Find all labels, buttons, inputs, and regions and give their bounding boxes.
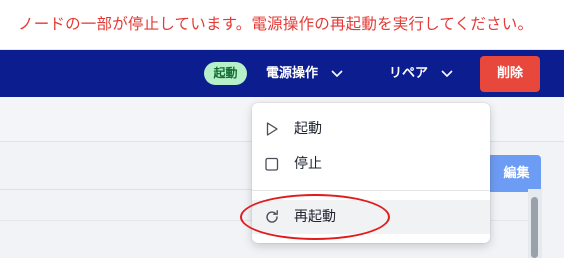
- scrollbar-thumb[interactable]: [531, 197, 538, 258]
- chevron-down-icon: [440, 61, 453, 88]
- power-operations-dropdown[interactable]: 電源操作: [266, 60, 343, 87]
- menu-item-label: 停止: [294, 156, 322, 172]
- alert-banner: ノードの一部が停止しています。電源操作の再起動を実行してください。: [0, 0, 564, 50]
- edit-button[interactable]: 編集: [486, 155, 541, 192]
- power-operations-label: 電源操作: [266, 66, 319, 81]
- play-icon: [264, 121, 280, 137]
- menu-item-start[interactable]: 起動: [252, 112, 490, 146]
- annotation-ellipse: [240, 194, 390, 240]
- chevron-down-icon: [330, 61, 343, 88]
- menu-divider: [252, 190, 490, 191]
- alert-message: ノードの一部が停止しています。電源操作の再起動を実行してください。: [18, 15, 534, 33]
- page: ノードの一部が停止しています。電源操作の再起動を実行してください。 起動 電源操…: [0, 0, 564, 258]
- square-icon: [264, 156, 280, 172]
- menu-item-label: 起動: [294, 121, 322, 137]
- status-badge: 起動: [204, 62, 247, 85]
- repair-dropdown[interactable]: リペア: [389, 60, 453, 87]
- delete-button[interactable]: 削除: [480, 56, 540, 92]
- menu-item-stop[interactable]: 停止: [252, 147, 490, 181]
- repair-label: リペア: [389, 66, 429, 81]
- toolbar: 起動 電源操作 リペア 削除: [0, 50, 564, 97]
